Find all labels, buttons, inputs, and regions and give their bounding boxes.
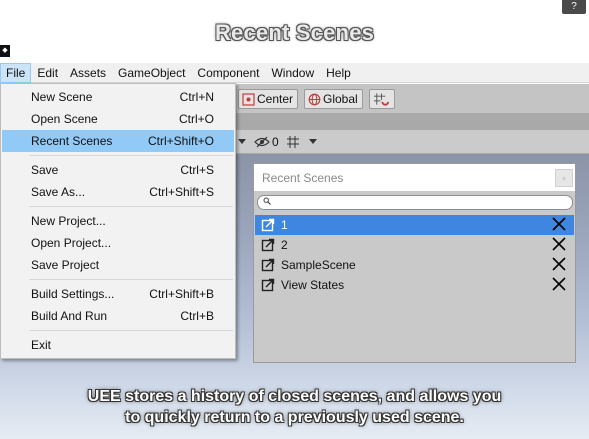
- pivot-global-button[interactable]: Global: [304, 89, 363, 109]
- menu-item-save-as[interactable]: Save As... Ctrl+Shift+S: [2, 181, 234, 203]
- recent-scene-item[interactable]: 1: [255, 215, 574, 235]
- close-icon: ▫: [562, 173, 566, 183]
- draw-mode-dropdown-arrow[interactable]: [238, 134, 246, 150]
- global-label: Global: [323, 92, 358, 106]
- menu-item-shortcut: Ctrl+N: [179, 90, 214, 104]
- menu-separator: [29, 279, 233, 280]
- grid-snap-icon: [373, 93, 390, 106]
- recent-scene-name: View States: [281, 278, 345, 292]
- menu-item-build-settings[interactable]: Build Settings... Ctrl+Shift+B: [2, 283, 234, 305]
- recent-scene-item[interactable]: View States: [255, 275, 574, 295]
- remove-x-icon[interactable]: [552, 217, 566, 231]
- global-icon: [308, 93, 321, 105]
- video-caption: UEE stores a history of closed scenes, a…: [0, 386, 589, 428]
- grid-dropdown-arrow[interactable]: [309, 134, 317, 150]
- recent-scene-name: 2: [281, 238, 288, 252]
- help-button[interactable]: ?: [562, 0, 586, 14]
- menu-item-recent-scenes[interactable]: Recent Scenes Ctrl+Shift+O: [2, 130, 234, 152]
- gizmo-grid-button[interactable]: [286, 134, 300, 150]
- file-menu-dropdown: New Scene Ctrl+N Open Scene Ctrl+O Recen…: [0, 83, 236, 359]
- recent-scenes-title: Recent Scenes: [262, 171, 344, 185]
- recent-scenes-window: Recent Scenes ▫ 1 2 SampleScene View Sta…: [253, 163, 576, 363]
- menu-item-shortcut: Ctrl+Shift+S: [149, 185, 214, 199]
- menu-item-label: New Scene: [31, 90, 93, 104]
- menu-item-shortcut: Ctrl+Shift+B: [149, 287, 214, 301]
- menu-gameobject[interactable]: GameObject: [112, 63, 191, 83]
- menu-edit[interactable]: Edit: [31, 63, 64, 83]
- recent-scenes-titlebar[interactable]: Recent Scenes ▫: [254, 164, 575, 191]
- menu-item-label: Exit: [31, 338, 52, 352]
- menu-item-label: Open Scene: [31, 112, 98, 126]
- menu-assets[interactable]: Assets: [64, 63, 112, 83]
- scene-visibility-toggle[interactable]: 0: [254, 134, 279, 150]
- overlay-title: Recent Scenes: [214, 20, 375, 45]
- caption-line: to quickly return to a previously used s…: [125, 409, 464, 426]
- caption-line: UEE stores a history of closed scenes, a…: [87, 388, 502, 405]
- open-scene-icon[interactable]: [261, 278, 275, 292]
- chevron-down-icon: [238, 139, 246, 144]
- hidden-eye-icon: [254, 136, 270, 148]
- menu-bar: File Edit Assets GameObject Component Wi…: [0, 62, 589, 83]
- menu-item-shortcut: Ctrl+B: [180, 309, 214, 323]
- recent-scenes-search-input[interactable]: [257, 195, 573, 210]
- menu-item-open-scene[interactable]: Open Scene Ctrl+O: [2, 108, 234, 130]
- grid-icon: [287, 136, 299, 148]
- menu-item-label: Open Project...: [31, 236, 112, 250]
- open-scene-icon[interactable]: [261, 218, 275, 232]
- menu-separator: [29, 155, 233, 156]
- remove-x-icon[interactable]: [552, 277, 566, 291]
- menu-item-new-project[interactable]: New Project...: [2, 210, 234, 232]
- menu-window[interactable]: Window: [265, 63, 320, 83]
- menu-item-save[interactable]: Save Ctrl+S: [2, 159, 234, 181]
- pivot-center-button[interactable]: Center: [238, 89, 299, 109]
- menu-item-shortcut: Ctrl+Shift+O: [147, 134, 214, 148]
- open-scene-icon[interactable]: [261, 258, 275, 272]
- recent-scene-item[interactable]: 2: [255, 235, 574, 255]
- menu-item-shortcut: Ctrl+S: [180, 163, 214, 177]
- menu-item-exit[interactable]: Exit: [2, 334, 234, 356]
- search-icon: [263, 197, 271, 207]
- recent-scene-name: SampleScene: [281, 258, 356, 272]
- menu-file[interactable]: File: [0, 62, 32, 83]
- menu-item-label: Save: [31, 163, 59, 177]
- recent-scene-name: 1: [281, 218, 288, 232]
- hidden-count: 0: [272, 135, 279, 149]
- menu-item-label: Build And Run: [31, 309, 108, 323]
- center-pivot-icon: [242, 92, 255, 106]
- menu-item-open-project[interactable]: Open Project...: [2, 232, 234, 254]
- menu-item-shortcut: Ctrl+O: [178, 112, 214, 126]
- menu-item-label: Build Settings...: [31, 287, 115, 301]
- menu-item-save-project[interactable]: Save Project: [2, 254, 234, 276]
- menu-item-label: New Project...: [31, 214, 106, 228]
- open-scene-icon[interactable]: [261, 238, 275, 252]
- chevron-down-icon: [309, 139, 317, 144]
- snap-grid-button[interactable]: [369, 89, 395, 109]
- menu-item-label: Recent Scenes: [31, 134, 113, 148]
- menu-separator: [29, 330, 233, 331]
- remove-x-icon[interactable]: [552, 237, 566, 251]
- menu-help[interactable]: Help: [320, 63, 357, 83]
- window-close-button[interactable]: ▫: [555, 169, 573, 187]
- menu-item-build-and-run[interactable]: Build And Run Ctrl+B: [2, 305, 234, 327]
- menu-item-label: Save As...: [31, 185, 86, 199]
- center-label: Center: [257, 92, 294, 106]
- menu-component[interactable]: Component: [191, 63, 265, 83]
- remove-x-icon[interactable]: [552, 257, 566, 271]
- menu-separator: [29, 206, 233, 207]
- unity-logo-icon: ◆: [0, 45, 10, 57]
- menu-item-label: Save Project: [31, 258, 100, 272]
- recent-scene-item[interactable]: SampleScene: [255, 255, 574, 275]
- menu-item-new-scene[interactable]: New Scene Ctrl+N: [2, 86, 234, 108]
